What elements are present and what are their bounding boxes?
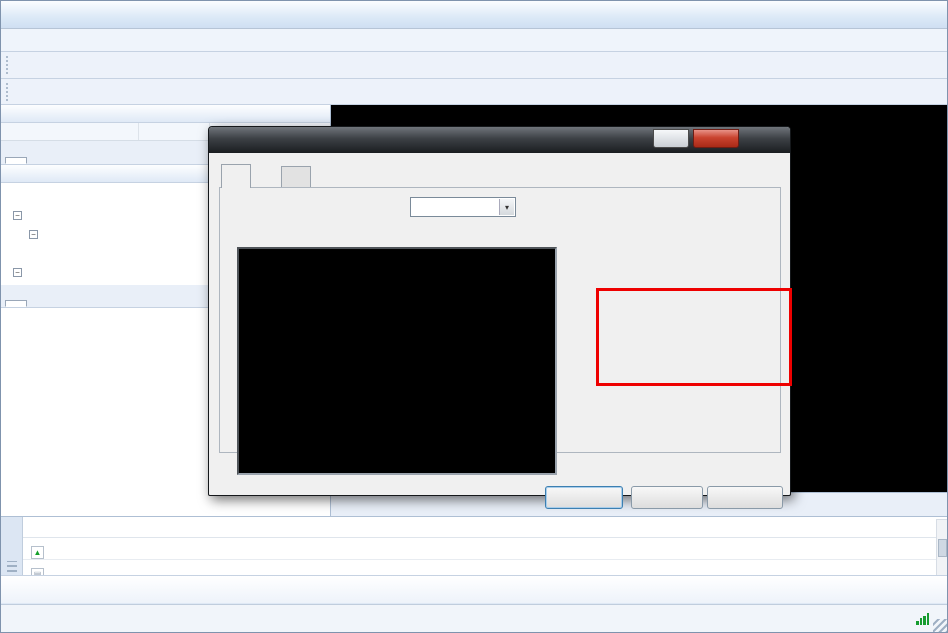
mt4-window: × − − − — [0, 0, 948, 633]
ok-button[interactable] — [545, 486, 623, 509]
close-time — [587, 560, 732, 575]
take-profit — [532, 560, 587, 575]
status-items — [1, 605, 908, 633]
history-row-trade[interactable]: ▤ — [23, 560, 936, 575]
toolbar-grip[interactable] — [6, 56, 11, 74]
tab-common[interactable] — [281, 166, 311, 188]
chart-preview — [237, 247, 557, 475]
symbol — [343, 560, 421, 575]
drawing-toolbar — [1, 79, 947, 105]
open-time — [109, 560, 237, 575]
colors-tab-page: ▾ — [219, 187, 781, 453]
collapse-icon[interactable]: − — [13, 268, 22, 277]
dialog-close-button[interactable] — [693, 129, 739, 148]
close-price — [732, 560, 787, 575]
reset-button[interactable] — [707, 486, 783, 509]
menu-bar — [1, 29, 947, 52]
order-type — [237, 560, 297, 575]
tree-item-indicators[interactable]: − — [13, 264, 30, 282]
history-rows: ▲ ▤ — [23, 537, 936, 575]
dialog-body: ▾ — [209, 153, 790, 495]
toolbar-grip[interactable] — [6, 83, 11, 101]
tree-item-broker[interactable] — [9, 187, 13, 205]
terminal-tabs — [1, 575, 948, 603]
terminal-panel: ▲ ▤ — [1, 516, 948, 602]
status-bar — [1, 604, 948, 633]
help-button[interactable] — [653, 129, 689, 148]
stop-loss — [477, 560, 532, 575]
properties-dialog: ▾ — [208, 126, 791, 496]
connection-signal-icon — [916, 613, 929, 625]
tab-favorites[interactable] — [27, 300, 49, 307]
chevron-down-icon[interactable]: ▾ — [499, 199, 514, 215]
tab-tick-chart[interactable] — [27, 157, 49, 164]
column-divider — [138, 123, 139, 140]
order-type — [237, 538, 297, 559]
swap — [787, 560, 844, 575]
collapse-icon[interactable]: − — [13, 211, 22, 220]
terminal-scrollbar[interactable] — [936, 519, 948, 577]
resize-grip[interactable] — [933, 619, 947, 633]
open-price — [421, 560, 477, 575]
market-watch-header — [1, 105, 330, 123]
open-time — [109, 538, 237, 559]
tree-item-accounts[interactable]: − — [13, 207, 30, 225]
history-row-balance[interactable]: ▲ — [23, 538, 936, 560]
lots — [297, 560, 343, 575]
deposit-arrow-icon: ▲ — [31, 546, 44, 559]
title-bar — [1, 1, 947, 29]
cancel-button[interactable] — [631, 486, 703, 509]
tab-colors[interactable] — [221, 164, 251, 188]
color-scheme-select[interactable]: ▾ — [410, 197, 516, 217]
scrollbar-thumb[interactable] — [938, 539, 947, 557]
tree-item-account[interactable] — [59, 245, 63, 263]
profit-value — [844, 560, 919, 575]
annotation-red-box — [596, 288, 792, 386]
standard-toolbar — [1, 52, 947, 79]
order-doc-icon: ▤ — [31, 568, 44, 575]
tab-common[interactable] — [5, 300, 27, 307]
tree-item-server[interactable]: − — [29, 226, 46, 244]
dialog-title-bar[interactable] — [209, 127, 790, 153]
collapse-icon[interactable]: − — [29, 230, 38, 239]
tab-symbols[interactable] — [5, 157, 27, 164]
